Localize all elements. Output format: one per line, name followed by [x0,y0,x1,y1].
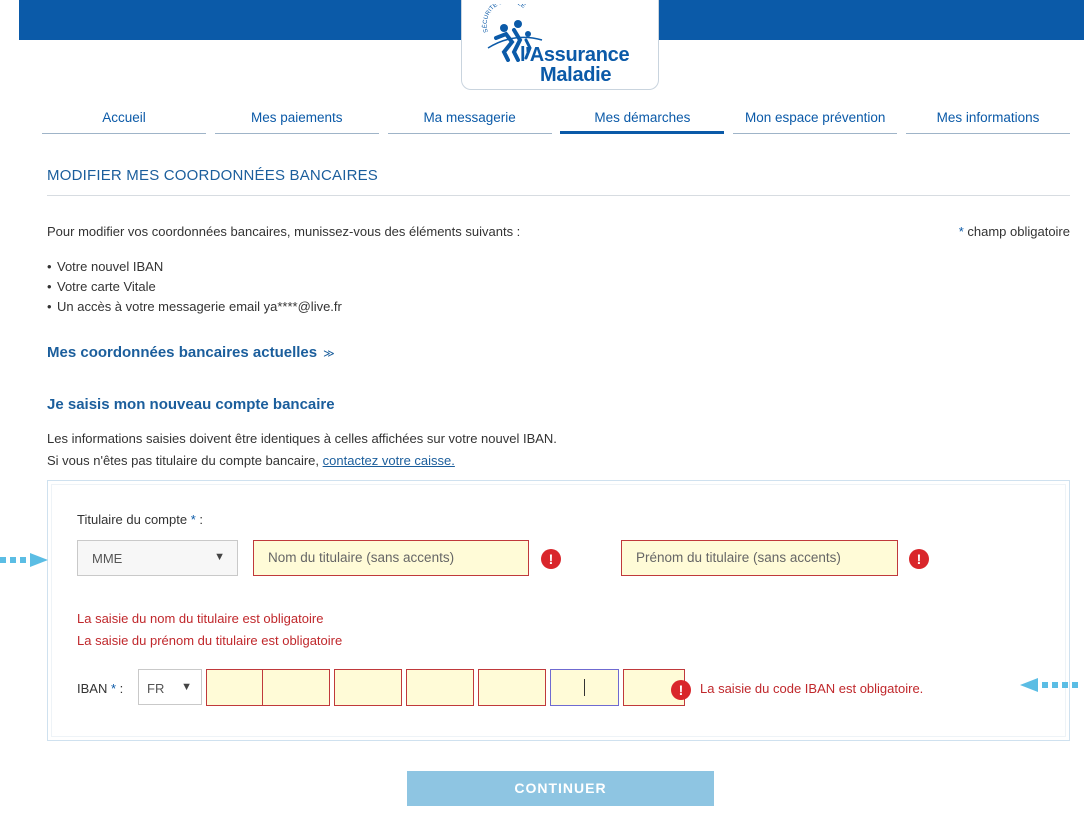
caret-down-icon: ▼ [214,551,225,563]
exclamation-circle-icon: ! [671,680,691,700]
required-star: * [958,224,964,239]
iban-label-suffix: : [116,681,124,696]
lastname-error: La saisie du nom du titulaire est obliga… [77,611,324,626]
iban-label-text: IBAN [77,681,108,696]
iban-block-2[interactable] [262,669,330,706]
requirements-list: Votre nouvel IBAN Votre carte Vitale Un … [47,257,342,317]
list-item: Votre nouvel IBAN [47,257,342,277]
title-divider [47,195,1070,196]
info-text-line1: Les informations saisies doivent être id… [47,431,557,446]
iban-block-5[interactable] [478,669,546,706]
iban-label: IBAN * : [77,681,123,696]
page-title: MODIFIER MES COORDONNÉES BANCAIRES [47,167,379,184]
required-field-note: * champ obligatoire [959,224,1070,239]
nav-item-mes-paiements[interactable]: Mes paiements [214,104,379,134]
holder-label-suffix: : [195,512,203,527]
current-bank-details-label: Mes coordonnées bancaires actuelles [47,344,318,361]
caret-down-icon: ▼ [181,681,192,693]
contact-caisse-link[interactable]: contactez votre caisse. [323,453,455,468]
nav-item-mes-informations[interactable]: Mes informations [905,104,1070,134]
iban-block-1[interactable] [206,669,268,706]
civility-value: MME [92,551,123,566]
intro-text: Pour modifier vos coordonnées bancaires,… [47,224,521,239]
exclamation-circle-icon: ! [541,549,561,569]
current-bank-details-toggle[interactable]: Mes coordonnées bancaires actuelles ≫ [47,344,335,361]
iban-country-value: FR [147,681,165,696]
iban-block-3[interactable] [334,669,402,706]
iban-block-6[interactable] [550,669,619,706]
lastname-input[interactable]: Nom du titulaire (sans accents) [253,540,529,576]
exclamation-circle-icon: ! [909,549,929,569]
info-text-prefix: Si vous n'êtes pas titulaire du compte b… [47,453,323,468]
double-chevron-down-icon: ≫ [323,348,335,360]
list-item: Un accès à votre messagerie email ya****… [47,297,342,317]
list-item: Votre carte Vitale [47,277,342,297]
iban-block-4[interactable] [406,669,474,706]
info-text-line2: Si vous n'êtes pas titulaire du compte b… [47,453,455,468]
iban-error: La saisie du code IBAN est obligatoire. [700,681,924,696]
dotted-arrow-right-icon [0,553,48,567]
assurance-maladie-logo[interactable]: SÉCURITÉ SOCIALE l'Assurance Maladie [461,0,659,90]
brand-name-line2: Maladie [540,64,612,86]
main-nav: Accueil Mes paiements Ma messagerie Mes … [42,104,1070,134]
nav-item-accueil[interactable]: Accueil [42,104,206,134]
new-account-heading: Je saisis mon nouveau compte bancaire [47,396,335,413]
holder-label-text: Titulaire du compte [77,512,188,527]
text-cursor [584,679,585,696]
nav-item-mes-demarches[interactable]: Mes démarches [560,104,725,134]
required-note-text: champ obligatoire [967,224,1070,239]
firstname-input[interactable]: Prénom du titulaire (sans accents) [621,540,898,576]
holder-label: Titulaire du compte * : [77,512,203,527]
continue-button[interactable]: CONTINUER [407,771,714,806]
nav-item-mon-espace-prevention[interactable]: Mon espace prévention [733,104,898,134]
firstname-error: La saisie du prénom du titulaire est obl… [77,633,343,648]
iban-country-select[interactable]: FR ▼ [138,669,202,705]
dotted-arrow-left-icon [1020,678,1078,692]
civility-select[interactable]: MME ▼ [77,540,238,576]
nav-item-ma-messagerie[interactable]: Ma messagerie [387,104,552,134]
